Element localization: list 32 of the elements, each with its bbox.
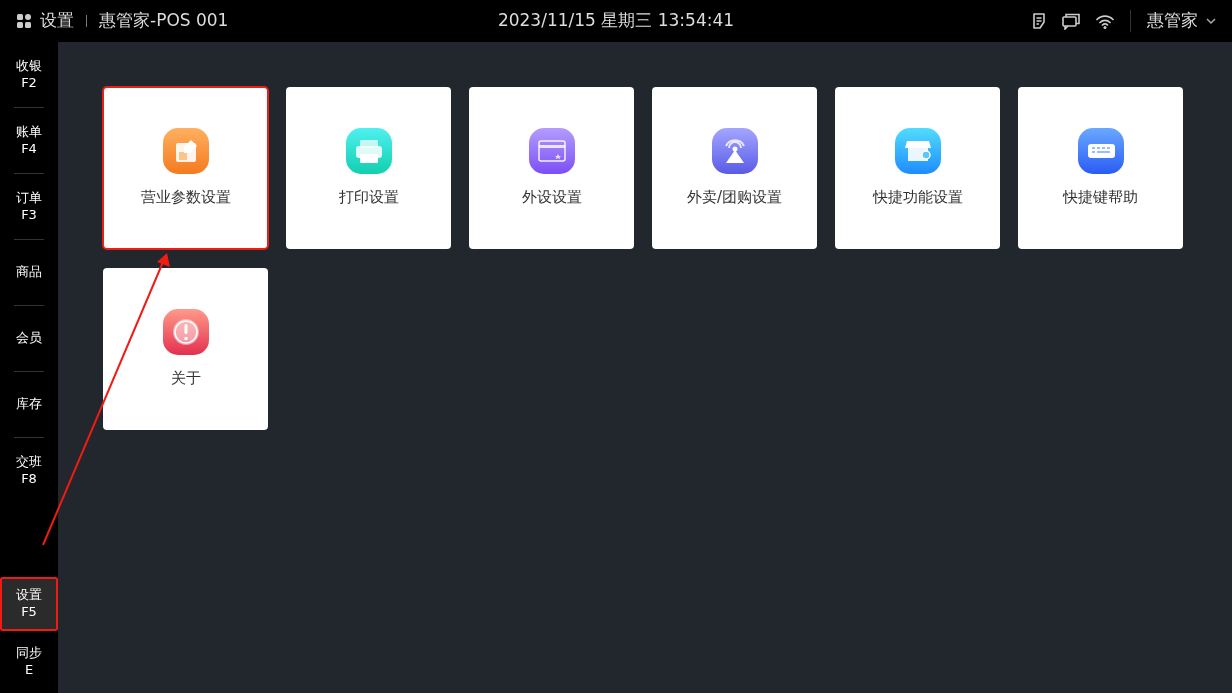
device-name: 惠管家-POS 001: [99, 9, 229, 33]
settings-tile[interactable]: 关于: [103, 268, 268, 430]
settings-tile[interactable]: 打印设置: [286, 87, 451, 249]
settings-tile[interactable]: 快捷键帮助: [1018, 87, 1183, 249]
nav-item[interactable]: 账单 F4: [0, 108, 58, 173]
printer-icon: [345, 127, 392, 174]
page-title: 设置: [40, 9, 74, 33]
signal-tower-icon: [711, 127, 758, 174]
nav-item[interactable]: 商品: [0, 240, 58, 305]
store-icon: [894, 127, 941, 174]
nav-item[interactable]: 设置 F5: [0, 577, 58, 631]
edit-icon: [162, 127, 209, 174]
card-icon: [528, 127, 575, 174]
nav-item[interactable]: 交班 F8: [0, 438, 58, 503]
nav-item[interactable]: 收银 F2: [0, 42, 58, 107]
user-menu[interactable]: 惠管家: [1147, 8, 1216, 34]
settings-tile[interactable]: 外设设置: [469, 87, 634, 249]
info-icon: [162, 308, 209, 355]
grid-menu-icon[interactable]: [16, 12, 32, 30]
nav-item[interactable]: 订单 F3: [0, 174, 58, 239]
settings-tile[interactable]: 营业参数设置: [103, 87, 268, 249]
nav-item[interactable]: 会员: [0, 306, 58, 371]
wifi-icon: [1096, 13, 1114, 29]
chevron-down-icon: [1206, 17, 1216, 25]
nav-item[interactable]: 库存: [0, 372, 58, 437]
keyboard-icon: [1077, 127, 1124, 174]
settings-tile[interactable]: 快捷功能设置: [835, 87, 1000, 249]
settings-tile[interactable]: 外卖/团购设置: [652, 87, 817, 249]
date-time: 2023/11/15 星期三 13:54:41: [497, 9, 735, 33]
chat-icon[interactable]: [1062, 12, 1080, 30]
nav-item[interactable]: 同步 E: [0, 631, 58, 693]
notes-icon[interactable]: [1032, 12, 1046, 30]
